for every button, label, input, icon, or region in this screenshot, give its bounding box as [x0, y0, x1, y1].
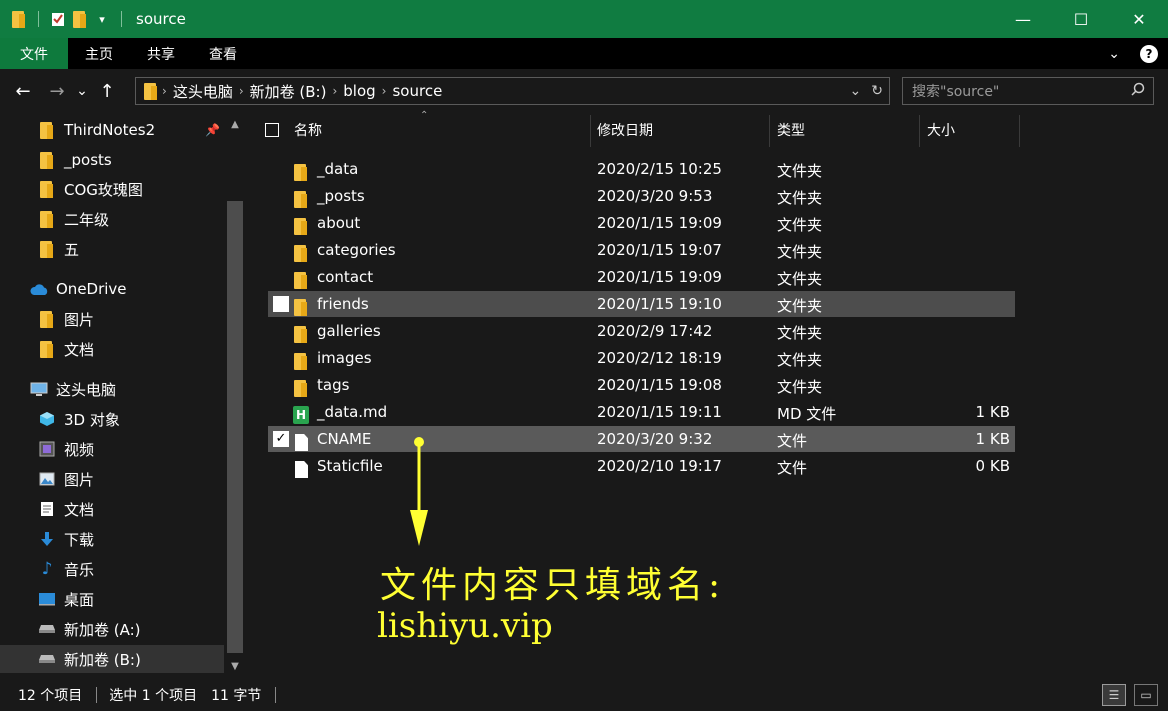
selection-count: 选中 1 个项目 [109, 688, 198, 704]
annotation-text: 文件内容只填域名: [380, 565, 726, 606]
divider [96, 687, 98, 703]
selection-size: 11 字节 [211, 688, 262, 704]
annotation-domain: lishiyu.vip [377, 606, 553, 646]
divider [275, 687, 277, 703]
large-icons-view-icon[interactable]: ▭ [1134, 684, 1158, 706]
item-count: 12 个项目 [18, 688, 83, 704]
status-bar: 12 个项目 选中 1 个项目 11 字节 ☰ ▭ [0, 679, 1168, 711]
details-view-icon[interactable]: ☰ [1102, 684, 1126, 706]
